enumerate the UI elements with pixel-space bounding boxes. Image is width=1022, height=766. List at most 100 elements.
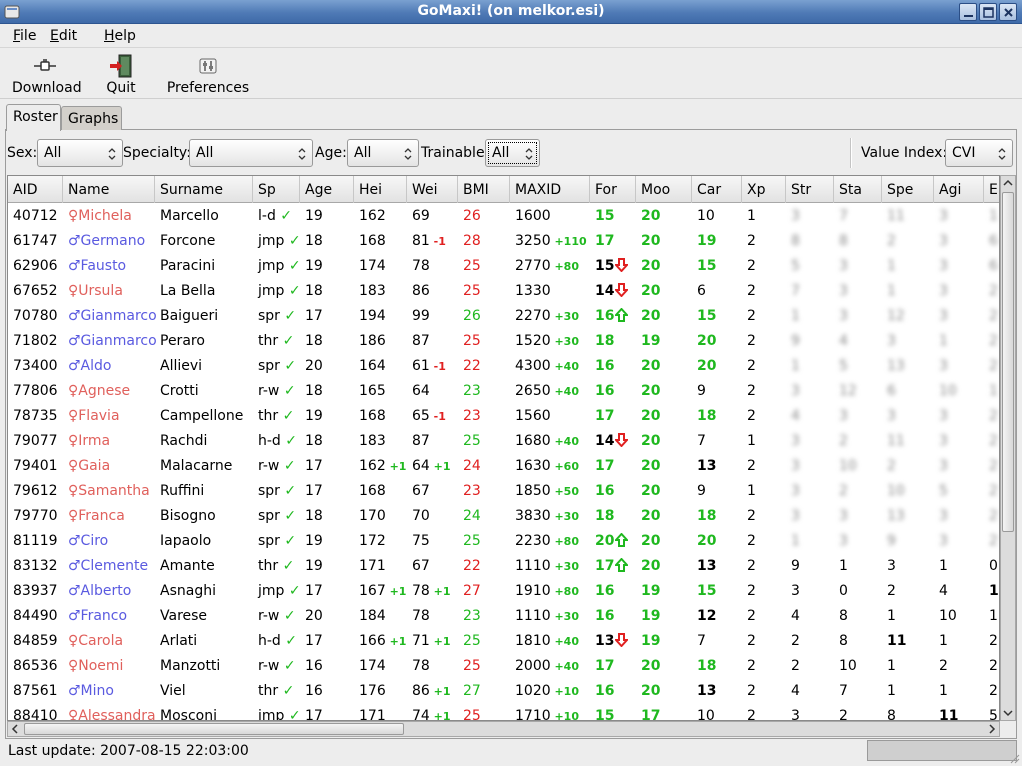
- table-row[interactable]: 70780 ♂Gianmarco Baigueri spr ✓ 17 194 99 26 227…: [8, 303, 999, 328]
- menu-help[interactable]: Help: [104, 28, 136, 44]
- cell-specialty: r-w ✓: [258, 658, 296, 674]
- cell-e: 2: [989, 483, 998, 499]
- table-row[interactable]: 71802 ♂Gianmarco Peraro thr ✓ 18 186 87 25 1520 …: [8, 328, 999, 353]
- table-row[interactable]: 79770 ♀Franca Bisogno spr ✓ 18 170 70 24 3830 +3…: [8, 503, 999, 528]
- table-row[interactable]: 84859 ♀Carola Arlati h-d ✓ 17 166 +1 71 +1 25 18…: [8, 628, 999, 653]
- horizontal-scrollbar[interactable]: [7, 721, 1000, 737]
- table-row[interactable]: 84490 ♂Franco Varese r-w ✓ 20 184 78 23 1110 +30…: [8, 603, 999, 628]
- cell-specialty: jmp ✓: [258, 258, 301, 274]
- cell-age: 17: [305, 583, 323, 599]
- preferences-button[interactable]: Preferences: [164, 54, 252, 96]
- cell-height: 162 +1: [359, 458, 407, 474]
- column-header-car[interactable]: Car: [692, 176, 742, 203]
- cell-name: ♂Alberto: [68, 583, 132, 599]
- cell-height: 164: [359, 358, 386, 374]
- table-row[interactable]: 86536 ♀Noemi Manzotti r-w ✓ 16 174 78 25 2000 +4…: [8, 653, 999, 678]
- column-header-xp[interactable]: Xp: [742, 176, 786, 203]
- specialty-select[interactable]: All: [189, 139, 313, 167]
- column-header-bmi[interactable]: BMI: [458, 176, 510, 203]
- table-row[interactable]: 79612 ♀Samantha Ruffini spr ✓ 17 168 67 23 1850 …: [8, 478, 999, 503]
- table-row[interactable]: 78735 ♀Flavia Campellone thr ✓ 19 168 65 -1 23 1…: [8, 403, 999, 428]
- table-row[interactable]: 87561 ♂Mino Viel thr ✓ 16 176 86 +1 27 1020 +10 1…: [8, 678, 999, 703]
- weight-delta: +1: [429, 710, 451, 721]
- cell-aid: 61747: [13, 233, 58, 249]
- arrow-up-icon: [615, 558, 629, 572]
- cell-age: 19: [305, 558, 323, 574]
- scroll-right-icon[interactable]: [985, 722, 999, 736]
- check-icon: ✓: [282, 683, 295, 699]
- age-select[interactable]: All: [347, 139, 419, 167]
- table-row[interactable]: 81119 ♂Ciro Iapaolo spr ✓ 19 172 75 25 2230 +80 2…: [8, 528, 999, 553]
- cell-strength: 3: [791, 383, 800, 399]
- weight-delta: -1: [429, 235, 446, 248]
- cell-speed: 1: [887, 283, 896, 299]
- resize-grip-icon[interactable]: [1008, 752, 1020, 764]
- value-index-select[interactable]: CVI: [945, 139, 1013, 167]
- cell-specialty: spr ✓: [258, 533, 297, 549]
- vertical-scrollbar[interactable]: [1000, 175, 1016, 721]
- download-button[interactable]: Download: [12, 54, 82, 96]
- quit-button[interactable]: Quit: [103, 54, 139, 96]
- table-row[interactable]: 67652 ♀Ursula La Bella jmp ✓ 18 183 86 25 1330 14…: [8, 278, 999, 303]
- vertical-scroll-thumb[interactable]: [1002, 192, 1014, 532]
- column-header-agi[interactable]: Agi: [934, 176, 984, 203]
- column-header-name[interactable]: Name: [63, 176, 155, 203]
- close-window-button[interactable]: [999, 3, 1017, 21]
- column-header-for[interactable]: For: [590, 176, 636, 203]
- column-header-sta[interactable]: Sta: [834, 176, 882, 203]
- table-row[interactable]: 79401 ♀Gaia Malacarne r-w ✓ 17 162 +1 64 +1 24 1…: [8, 453, 999, 478]
- cell-height: 174: [359, 658, 386, 674]
- minimize-button[interactable]: [959, 3, 977, 21]
- cell-specialty: jmp ✓: [258, 233, 301, 249]
- cell-strength: 1: [791, 533, 800, 549]
- table-row[interactable]: 79077 ♀Irma Rachdi h-d ✓ 18 183 87 25 1680 +40 14…: [8, 428, 999, 453]
- roster-table[interactable]: AID Name Surname Sp Age Hei Wei BMI MAXID For Moo C…: [7, 175, 1000, 721]
- table-row[interactable]: 83937 ♂Alberto Asnaghi jmp ✓ 17 167 +1 78 +1 27…: [8, 578, 999, 603]
- scroll-down-icon[interactable]: [1001, 706, 1015, 720]
- column-header-sp[interactable]: Sp: [253, 176, 300, 203]
- cell-xp: 2: [747, 258, 756, 274]
- cell-surname: Malacarne: [160, 458, 233, 474]
- cell-surname: Bisogno: [160, 508, 216, 524]
- tab-roster[interactable]: Roster: [6, 104, 61, 131]
- table-row[interactable]: 73400 ♂Aldo Allievi spr ✓ 20 164 61 -1 22 4300 +…: [8, 353, 999, 378]
- tab-graphs[interactable]: Graphs: [61, 106, 122, 130]
- sex-select[interactable]: All: [37, 139, 123, 167]
- table-row[interactable]: 62906 ♂Fausto Paracini jmp ✓ 19 174 78 25 2770 +…: [8, 253, 999, 278]
- table-row[interactable]: 77806 ♀Agnese Crotti r-w ✓ 18 165 64 23 2650 +40…: [8, 378, 999, 403]
- column-header-spe[interactable]: Spe: [882, 176, 934, 203]
- maxid-delta: +40: [550, 435, 579, 448]
- cell-surname: Marcello: [160, 208, 219, 224]
- table-row[interactable]: 83132 ♂Clemente Amante thr ✓ 19 171 67 22 1110 +…: [8, 553, 999, 578]
- column-header-str[interactable]: Str: [786, 176, 834, 203]
- column-header-age[interactable]: Age: [300, 176, 354, 203]
- menu-edit[interactable]: Edit: [50, 28, 77, 44]
- scroll-left-icon[interactable]: [8, 722, 22, 736]
- scroll-up-icon[interactable]: [1001, 176, 1015, 190]
- cell-surname: Viel: [160, 683, 186, 699]
- cell-height: 168: [359, 408, 386, 424]
- column-header-moo[interactable]: Moo: [636, 176, 692, 203]
- cell-surname: Amante: [160, 558, 215, 574]
- menu-file[interactable]: File: [13, 28, 36, 44]
- table-row[interactable]: 88410 ♀Alessandra Mosconi jmp ✓ 17 171 74 +1 25…: [8, 703, 999, 721]
- table-row[interactable]: 40712 ♀Michela Marcello l-d ✓ 19 162 69 26 1600 1…: [8, 203, 999, 228]
- column-header-maxid[interactable]: MAXID: [510, 176, 590, 203]
- cell-speed: 2: [887, 458, 896, 474]
- cell-e: 6: [989, 233, 998, 249]
- column-header-e[interactable]: E: [984, 176, 999, 203]
- quit-label: Quit: [106, 80, 136, 96]
- arrow-up-icon: [615, 308, 629, 322]
- column-header-wei[interactable]: Wei: [407, 176, 458, 203]
- column-header-surname[interactable]: Surname: [155, 176, 253, 203]
- horizontal-scroll-thumb[interactable]: [24, 723, 404, 735]
- maximize-button[interactable]: [979, 3, 997, 21]
- table-row[interactable]: 61747 ♂Germano Forcone jmp ✓ 18 168 81 -1 28 325…: [8, 228, 999, 253]
- cell-career: 18: [697, 508, 717, 524]
- cell-height: 183: [359, 283, 386, 299]
- column-header-aid[interactable]: AID: [8, 176, 63, 203]
- cell-bmi: 23: [463, 483, 481, 499]
- trainable-select[interactable]: All: [485, 139, 540, 167]
- column-header-hei[interactable]: Hei: [354, 176, 407, 203]
- cell-aid: 40712: [13, 208, 58, 224]
